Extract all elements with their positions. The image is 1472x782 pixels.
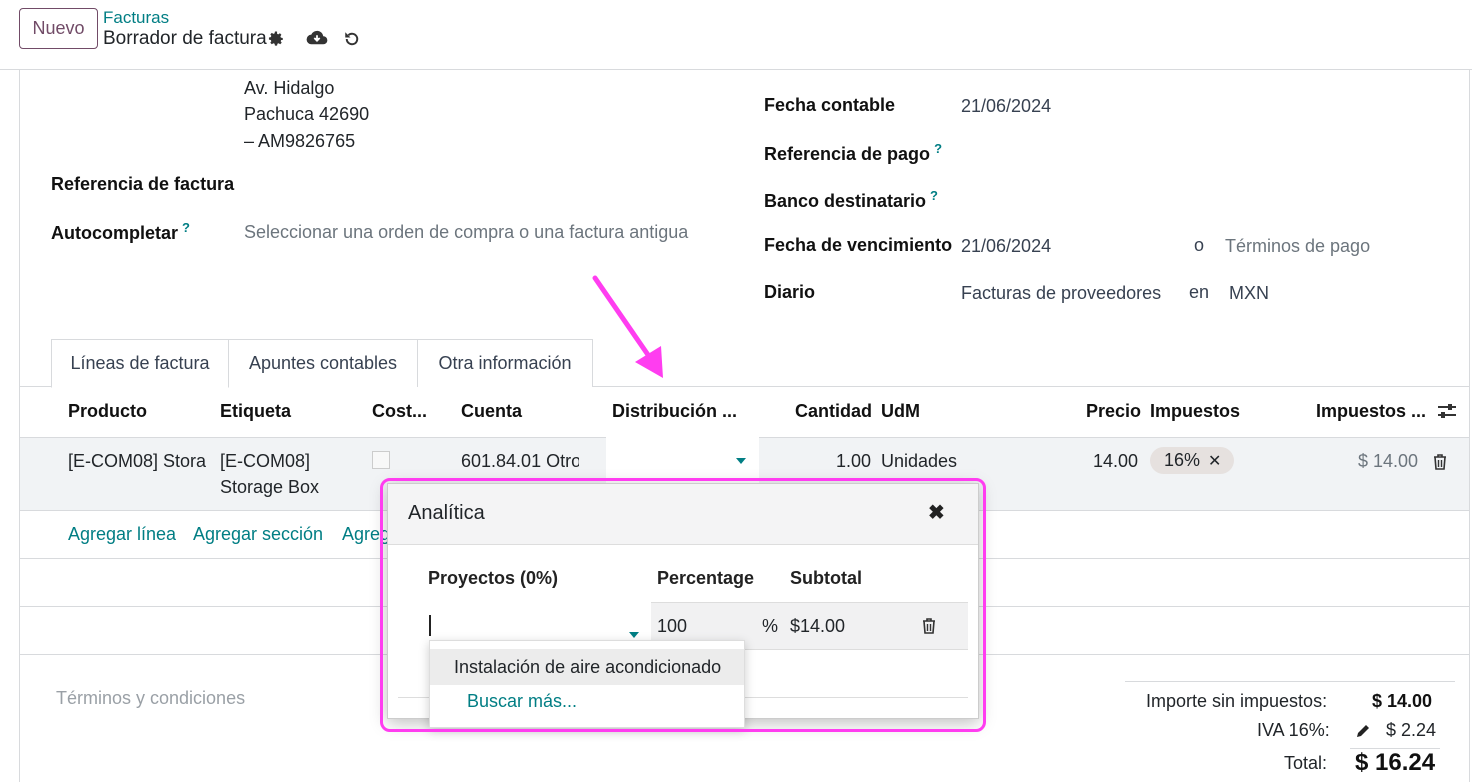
chevron-down-icon[interactable] (732, 452, 750, 470)
tax-value: $ 2.24 (1386, 720, 1437, 740)
col-account[interactable]: Cuenta (461, 401, 522, 422)
accounting-date-field[interactable]: 21/06/2024 (961, 96, 1051, 117)
cost-checkbox[interactable] (372, 451, 390, 469)
total-value: $ 16.24 (1355, 749, 1436, 776)
line-product[interactable]: [E-COM08] Stora (68, 448, 208, 474)
payment-terms-field[interactable]: Términos de pago (1225, 236, 1370, 257)
currency-field[interactable]: MXN (1229, 283, 1269, 304)
add-line-link[interactable]: Agregar línea (68, 524, 176, 545)
tax-tag[interactable]: 16% ✕ (1150, 447, 1234, 474)
bank-label: Banco destinatario? (764, 188, 938, 211)
col-subtotal: Subtotal (790, 568, 862, 588)
line-account[interactable]: 601.84.01 Otro (461, 448, 579, 474)
trash-icon[interactable] (922, 618, 936, 639)
line-price[interactable]: 14.00 (1093, 448, 1138, 474)
in-label: en (1189, 282, 1210, 302)
untaxed-label: Importe sin impuestos: (1146, 691, 1328, 711)
untaxed-value: $ 14.00 (1372, 691, 1433, 711)
cloud-save-icon[interactable] (305, 27, 329, 49)
col-price[interactable]: Precio (1086, 401, 1141, 422)
autocomplete-label: Autocompletar? (51, 220, 190, 243)
search-more-link[interactable]: Buscar más... (467, 691, 577, 712)
help-icon[interactable]: ? (182, 220, 190, 235)
divider (1125, 681, 1455, 682)
invoice-ref-label: Referencia de factura (51, 174, 235, 194)
popup-title: Analítica (408, 502, 485, 524)
autocomplete-dropdown: Instalación de aire acondicionado Buscar… (429, 640, 745, 728)
tab-invoice-lines[interactable]: Líneas de factura (51, 339, 229, 388)
optional-columns-icon[interactable] (1436, 400, 1458, 422)
close-icon[interactable]: ✕ (1208, 451, 1221, 471)
tax-label: IVA 16%: (1257, 720, 1330, 740)
tax-tag-label: 16% (1164, 450, 1201, 470)
tab-journal-items[interactable]: Apuntes contables (229, 339, 418, 387)
col-product[interactable]: Producto (68, 401, 147, 422)
text-cursor (429, 615, 431, 636)
or-label: o (1194, 235, 1205, 255)
col-distribution[interactable]: Distribución ... (612, 401, 737, 422)
percent-sign: % (762, 616, 779, 636)
dropdown-option[interactable]: Instalación de aire acondicionado (430, 649, 744, 685)
autocomplete-input[interactable]: Seleccionar una orden de compra o una fa… (244, 222, 688, 243)
discard-icon[interactable] (341, 28, 363, 50)
col-percentage: Percentage (657, 568, 755, 588)
breadcrumb-invoices[interactable]: Facturas (103, 8, 169, 28)
due-date-field[interactable]: 21/06/2024 (961, 236, 1051, 257)
col-taxes[interactable]: Impuestos (1150, 401, 1240, 422)
journal-label: Diario (764, 282, 816, 302)
percentage-input[interactable]: 100 (657, 616, 687, 637)
col-cost[interactable]: Cost... (372, 401, 427, 422)
add-section-link[interactable]: Agregar sección (193, 524, 323, 545)
col-tax-amount[interactable]: Impuestos ... (1316, 401, 1426, 422)
address-line: Pachuca 42690 (244, 104, 370, 124)
control-panel: Nuevo Facturas Borrador de factura (0, 0, 1472, 70)
help-icon[interactable]: ? (930, 188, 938, 203)
add-note-link[interactable]: Agreg (342, 524, 390, 545)
line-uom[interactable]: Unidades (881, 448, 957, 474)
line-quantity[interactable]: 1.00 (836, 448, 871, 474)
record-title: Borrador de factura (103, 28, 267, 49)
payment-ref-label: Referencia de pago? (764, 141, 943, 164)
close-icon[interactable]: ✖ (928, 500, 945, 525)
col-label[interactable]: Etiqueta (220, 401, 291, 422)
new-button[interactable]: Nuevo (19, 8, 98, 49)
line-label[interactable]: [E-COM08] Storage Box (220, 448, 319, 500)
line-subtotal: $ 14.00 (1358, 451, 1419, 471)
pencil-icon[interactable] (1354, 722, 1372, 740)
journal-field[interactable]: Facturas de proveedores (961, 283, 1161, 304)
col-uom[interactable]: UdM (881, 401, 920, 422)
terms-field[interactable]: Términos y condiciones (56, 688, 245, 709)
due-date-label: Fecha de vencimiento (764, 235, 953, 255)
help-icon[interactable]: ? (934, 141, 942, 156)
address-line: Av. Hidalgo (244, 78, 335, 98)
col-quantity[interactable]: Cantidad (795, 401, 872, 422)
accounting-date-label: Fecha contable (764, 95, 896, 115)
col-projects: Proyectos (0%) (428, 568, 559, 588)
address-line: – AM9826765 (244, 131, 356, 151)
total-label: Total: (1284, 753, 1328, 773)
tab-other-info[interactable]: Otra información (418, 339, 593, 387)
subtotal-value: $14.00 (790, 616, 846, 636)
annotation-arrow (592, 275, 663, 378)
gear-icon[interactable] (266, 29, 286, 49)
trash-icon[interactable] (1432, 453, 1448, 471)
